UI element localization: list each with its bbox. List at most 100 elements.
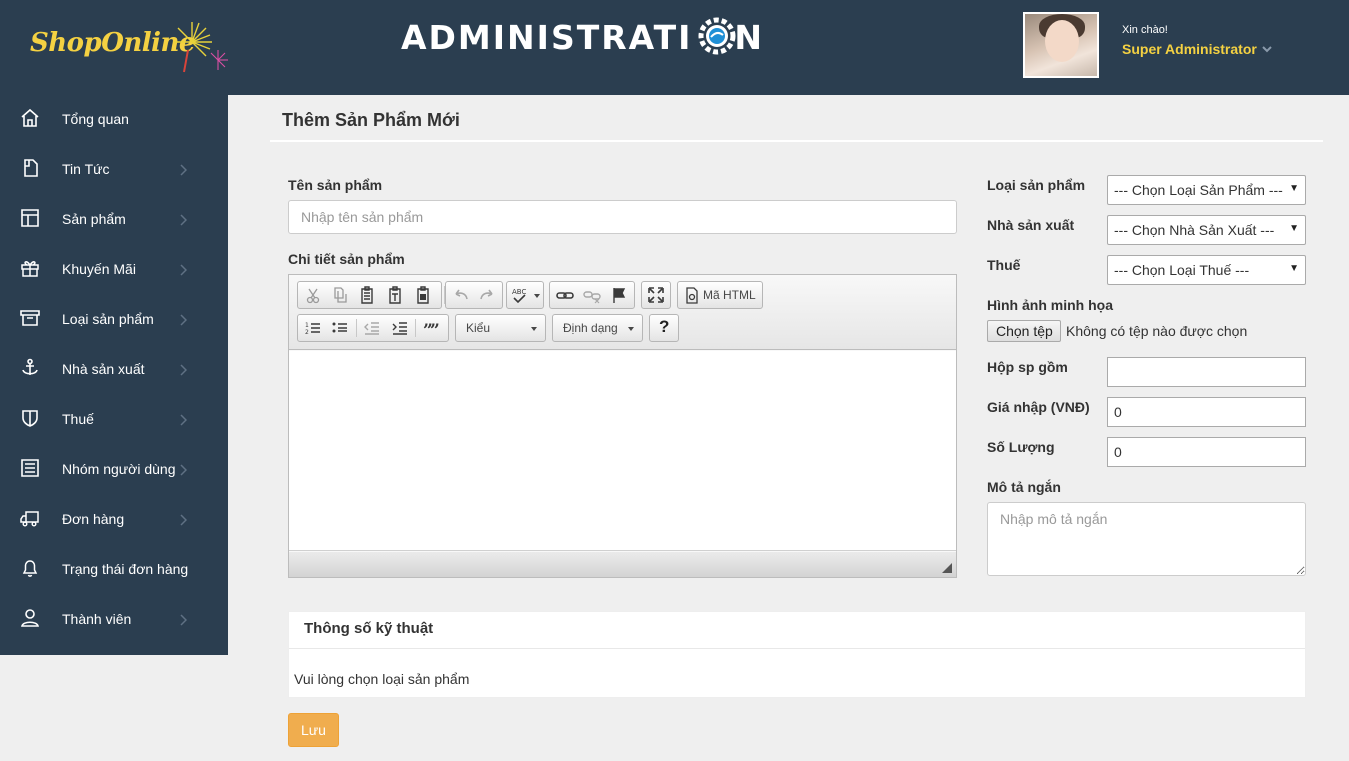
- chevron-right-icon: [180, 264, 187, 276]
- sidebar-item-label: Nhóm người dùng: [62, 461, 176, 477]
- import-price-input[interactable]: [1107, 397, 1306, 427]
- category-select-value: --- Chọn Loại Sản Phẩm ---: [1114, 182, 1283, 198]
- sidebar-item-orders[interactable]: Đơn hàng: [0, 495, 228, 545]
- dropdown-arrow-icon: ▼: [1289, 223, 1299, 234]
- maximize-button[interactable]: [641, 281, 671, 309]
- spellcheck-button[interactable]: ABC: [506, 281, 544, 309]
- avatar[interactable]: [1023, 12, 1099, 78]
- paste-text-icon[interactable]: [384, 285, 406, 305]
- sidebar-item-user-groups[interactable]: Nhóm người dùng: [0, 445, 228, 495]
- editor-content-area[interactable]: [289, 351, 956, 551]
- style-combo[interactable]: Kiểu: [455, 314, 546, 342]
- sidebar-item-order-status[interactable]: Trạng thái đơn hàng: [0, 545, 228, 595]
- short-description-textarea[interactable]: [987, 502, 1306, 576]
- sidebar-item-label: Thuế: [62, 411, 94, 427]
- sidebar-item-label: Khuyến Mãi: [62, 261, 136, 277]
- choose-file-button[interactable]: Chọn tệp: [987, 320, 1061, 342]
- product-name-input[interactable]: [288, 200, 957, 234]
- list-indent-group: 12 ””: [297, 314, 449, 342]
- anchor-flag-icon[interactable]: [608, 285, 630, 305]
- history-group: [444, 281, 503, 309]
- tax-select[interactable]: --- Chọn Loại Thuế --- ▼: [1107, 255, 1306, 285]
- undo-icon[interactable]: [450, 285, 472, 305]
- page-title: Thêm Sản Phẩm Mới: [282, 110, 460, 130]
- maximize-icon: [645, 285, 667, 305]
- indent-icon[interactable]: [389, 318, 411, 338]
- sidebar-item-overview[interactable]: Tổng quan: [0, 95, 228, 145]
- svg-text:1: 1: [305, 322, 309, 329]
- anchor-icon: [22, 358, 38, 375]
- list-icon: [21, 459, 39, 477]
- clipboard-group: [297, 281, 442, 309]
- sidebar-item-label: Tin Tức: [62, 161, 110, 177]
- format-combo-label: Định dạng: [563, 321, 618, 335]
- quantity-label: Số Lượng: [987, 439, 1055, 455]
- quantity-input[interactable]: [1107, 437, 1306, 467]
- file-status-text: Không có tệp nào được chọn: [1066, 323, 1248, 339]
- source-html-button[interactable]: Mã HTML: [677, 281, 763, 309]
- archive-icon: [20, 310, 40, 326]
- help-icon: ?: [659, 317, 670, 336]
- layout-icon: [21, 209, 39, 227]
- user-icon: [21, 609, 39, 627]
- top-header: ShopOnline ADMINISTRATI N Xin chào! Super…: [0, 0, 1349, 95]
- sidebar-item-manufacturers[interactable]: Nhà sản xuất: [0, 345, 228, 395]
- sidebar-item-label: Loại sản phẩm: [62, 311, 154, 327]
- chevron-right-icon: [180, 614, 187, 626]
- cut-icon[interactable]: [302, 285, 324, 305]
- sidebar-item-categories[interactable]: Loại sản phẩm: [0, 295, 228, 345]
- user-menu-name[interactable]: Super Administrator: [1122, 41, 1257, 57]
- sidebar-item-label: Sản phẩm: [62, 211, 126, 227]
- chevron-down-icon[interactable]: [1262, 44, 1272, 54]
- chevron-right-icon: [180, 364, 187, 376]
- rich-text-editor: ABC Mã HTML 12 ”” Kiểu Định dạng ?: [288, 274, 957, 578]
- short-description-label: Mô tả ngắn: [987, 479, 1061, 495]
- category-select[interactable]: --- Chọn Loại Sản Phẩm --- ▼: [1107, 175, 1306, 205]
- sidebar-item-news[interactable]: Tin Tức: [0, 145, 228, 195]
- box-contents-label: Hộp sp gồm: [987, 359, 1068, 375]
- save-button[interactable]: Lưu: [288, 713, 339, 747]
- copy-icon[interactable]: [329, 285, 351, 305]
- sidebar-item-label: Trạng thái đơn hàng: [62, 561, 189, 577]
- shop-logo[interactable]: ShopOnline: [30, 28, 195, 58]
- resize-grip-icon[interactable]: [942, 563, 952, 573]
- product-name-label: Tên sản phẩm: [288, 177, 383, 193]
- document-icon: [24, 159, 38, 177]
- dropdown-arrow-icon: [628, 327, 634, 331]
- link-group: [549, 281, 635, 309]
- sidebar-item-label: Nhà sản xuất: [62, 361, 145, 377]
- style-combo-label: Kiểu: [466, 321, 491, 335]
- paste-icon[interactable]: [356, 285, 378, 305]
- dropdown-arrow-icon: [531, 327, 537, 331]
- redo-icon[interactable]: [476, 285, 498, 305]
- editor-statusbar: [289, 552, 956, 577]
- sidebar-item-promotions[interactable]: Khuyến Mãi: [0, 245, 228, 295]
- manufacturer-select-value: --- Chọn Nhà Sản Xuất ---: [1114, 222, 1275, 238]
- blockquote-icon[interactable]: ””: [420, 318, 442, 341]
- spellcheck-icon: ABC: [510, 285, 532, 305]
- sidebar-item-members[interactable]: Thành viên: [0, 595, 228, 645]
- source-icon: [681, 285, 703, 305]
- box-contents-input[interactable]: [1107, 357, 1306, 387]
- paste-word-icon[interactable]: [412, 285, 434, 305]
- format-combo[interactable]: Định dạng: [552, 314, 643, 342]
- help-button[interactable]: ?: [649, 314, 679, 342]
- manufacturer-select[interactable]: --- Chọn Nhà Sản Xuất --- ▼: [1107, 215, 1306, 245]
- specs-panel: Thông số kỹ thuật Vui lòng chọn loại sản…: [288, 611, 1306, 698]
- unlink-icon[interactable]: [581, 285, 603, 305]
- chevron-right-icon: [180, 164, 187, 176]
- firework-icon: [174, 22, 228, 73]
- svg-text:2: 2: [305, 329, 309, 336]
- chevron-right-icon: [180, 214, 187, 226]
- sidebar-item-products[interactable]: Sản phẩm: [0, 195, 228, 245]
- numbered-list-icon[interactable]: 12: [302, 318, 324, 338]
- dropdown-arrow-icon: ▼: [1289, 183, 1299, 194]
- link-icon[interactable]: [554, 285, 576, 305]
- specs-panel-header: Thông số kỹ thuật: [289, 612, 1305, 649]
- tax-select-value: --- Chọn Loại Thuế ---: [1114, 262, 1250, 278]
- sidebar-item-tax[interactable]: Thuế: [0, 395, 228, 445]
- image-label: Hình ảnh minh họa: [987, 297, 1113, 313]
- bulleted-list-icon[interactable]: [329, 318, 351, 338]
- import-price-label: Giá nhập (VNĐ): [987, 399, 1090, 415]
- outdent-icon[interactable]: [361, 318, 383, 338]
